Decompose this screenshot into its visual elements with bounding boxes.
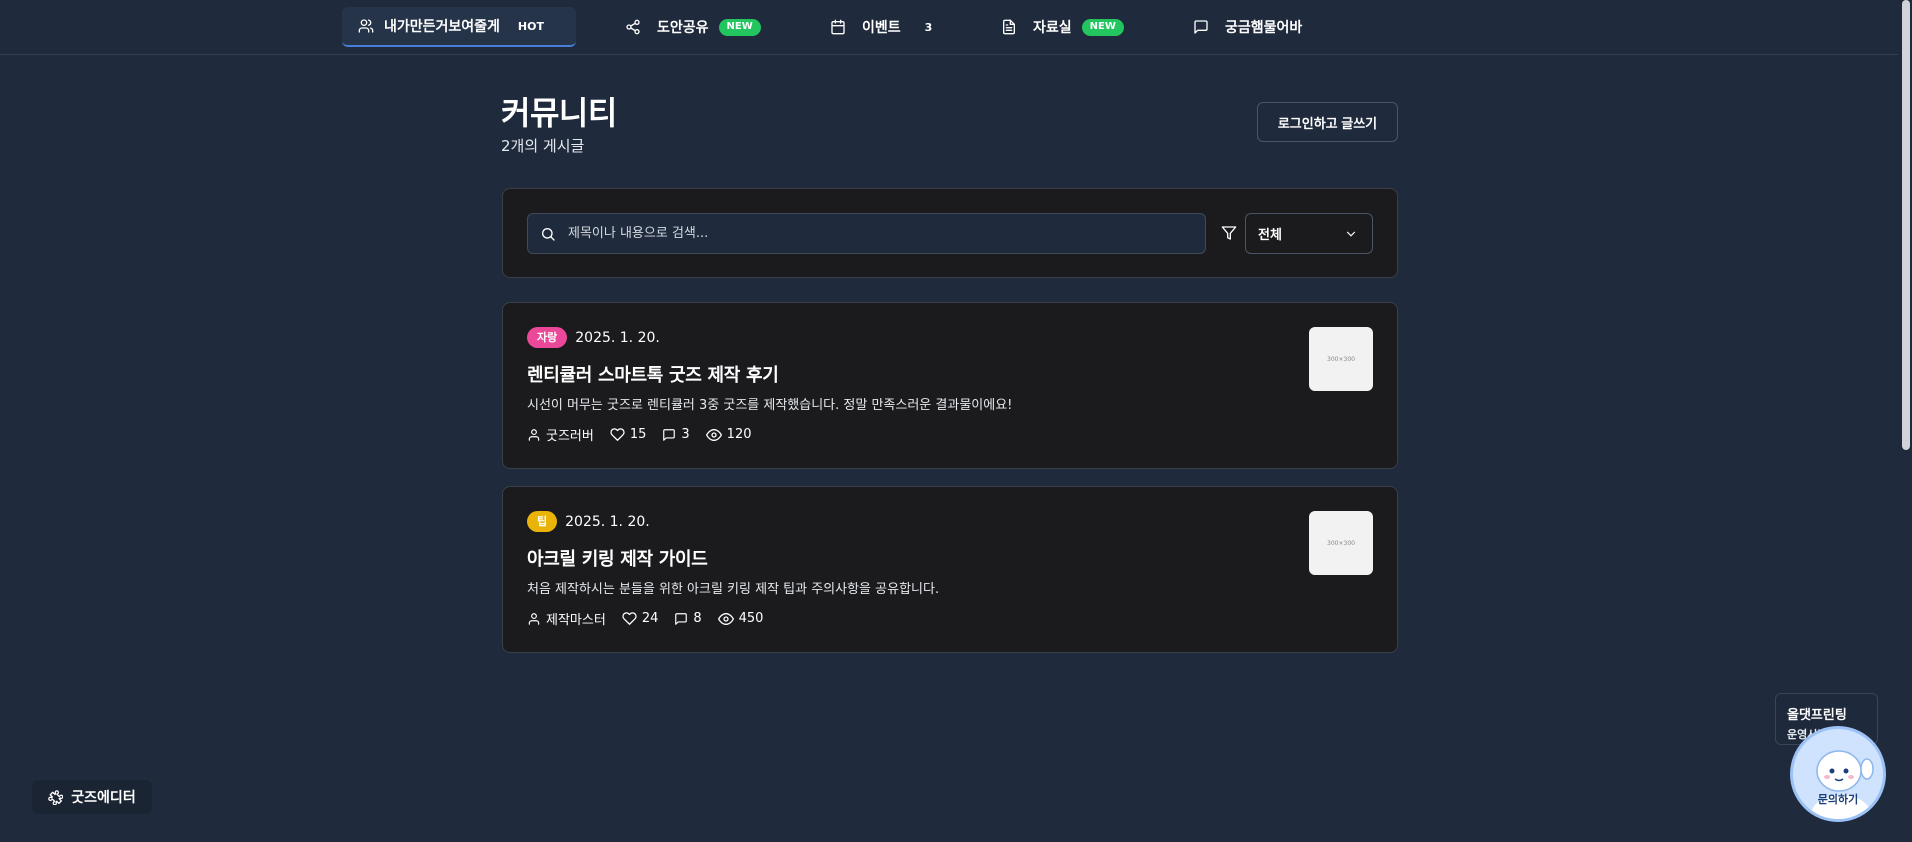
views: 120 (705, 427, 752, 443)
event-count: 3 (924, 20, 933, 34)
author-name: 제작마스터 (546, 613, 606, 628)
company-name: 올댓프린팅 (1787, 708, 1847, 723)
inquiry-button[interactable]: 문의하기 (1790, 726, 1886, 822)
like-count: 24 (641, 611, 659, 626)
chevron-down-icon (1346, 231, 1356, 237)
views: 450 (717, 611, 764, 627)
category-tag: 팁 (527, 511, 558, 532)
login-write-button[interactable]: 로그인하고 글쓰기 (1257, 102, 1398, 142)
heart-icon (610, 428, 625, 441)
heart-icon (622, 612, 637, 625)
post-thumbnail: 300×300 (1309, 511, 1373, 575)
view-count: 450 (738, 611, 764, 626)
nav-item-label: 궁금햄물어바 (1225, 20, 1303, 36)
category-select-value: 전체 (1258, 228, 1282, 243)
post-count: 2개의 게시글 (501, 137, 585, 155)
new-badge: NEW (1081, 18, 1124, 36)
like-count: 15 (629, 427, 647, 442)
file-icon (1003, 19, 1015, 35)
calendar-icon (831, 19, 845, 35)
post-date: 2025. 1. 20. (575, 329, 660, 346)
search-icon (542, 227, 555, 241)
nav-item-resources[interactable]: 자료실 NEW (1001, 7, 1124, 47)
search-field[interactable] (527, 213, 1206, 254)
new-badge: NEW (718, 18, 761, 36)
filter-icon (1221, 226, 1237, 240)
nav-item-showcase[interactable]: 내가만든거보여줄게 HOT (342, 7, 576, 47)
nav-item-label: 자료실 (1033, 20, 1072, 36)
puzzle-icon (48, 789, 64, 805)
nav-item-events[interactable]: 이벤트 3 (830, 7, 932, 47)
scrollbar-thumb[interactable] (1902, 0, 1910, 450)
goods-editor-label: 굿즈에디터 (71, 790, 136, 806)
author: 제작마스터 (527, 609, 606, 628)
user-icon (528, 612, 540, 625)
page-scrollbar[interactable] (1898, 0, 1912, 842)
post-excerpt: 시선이 머무는 굿즈로 렌티큘러 3중 굿즈를 제작했습니다. 정말 만족스러운… (527, 398, 1013, 413)
comments: 3 (662, 427, 690, 442)
author-name: 굿즈러버 (546, 429, 594, 444)
comment-icon (675, 612, 688, 625)
nav-item-label: 이벤트 (862, 20, 901, 36)
comments: 8 (674, 611, 702, 626)
author: 굿즈러버 (527, 425, 594, 444)
page-title: 커뮤니티 (501, 94, 617, 132)
eye-icon (717, 612, 734, 625)
goods-editor-button[interactable]: 굿즈에디터 (32, 780, 152, 814)
post-card[interactable]: 자랑 2025. 1. 20. 렌티큘러 스마트톡 굿즈 제작 후기 시선이 머… (502, 302, 1398, 469)
hot-badge: HOT (517, 19, 544, 33)
post-stats: 제작마스터 24 8 450 (527, 609, 763, 628)
user-icon (528, 428, 540, 441)
post-excerpt: 처음 제작하시는 분들을 위한 아크릴 키링 제작 팁과 주의사항을 공유합니다… (527, 582, 940, 597)
category-select[interactable]: 전체 (1245, 213, 1373, 254)
message-icon (1194, 20, 1208, 34)
eye-icon (705, 428, 722, 441)
comment-count: 8 (693, 611, 702, 626)
post-date: 2025. 1. 20. (565, 513, 650, 530)
nav-item-label: 도안공유 (657, 20, 709, 36)
post-meta: 팁 2025. 1. 20. (527, 511, 650, 532)
inquiry-label: 문의하기 (1817, 793, 1859, 806)
likes: 24 (622, 611, 659, 626)
mascot-icon (1811, 750, 1874, 819)
post-title[interactable]: 아크릴 키링 제작 가이드 (527, 545, 708, 571)
view-count: 120 (726, 427, 752, 442)
likes: 15 (610, 427, 647, 442)
post-card[interactable]: 팁 2025. 1. 20. 아크릴 키링 제작 가이드 처음 제작하시는 분들… (502, 486, 1398, 653)
comment-icon (663, 428, 676, 441)
share-icon (626, 19, 640, 35)
category-tag: 자랑 (527, 327, 568, 348)
nav-item-label: 내가만든거보여줄게 (384, 19, 500, 35)
nav-item-qna[interactable]: 궁금햄물어바 (1193, 7, 1302, 47)
search-input[interactable] (568, 226, 1168, 241)
post-stats: 굿즈러버 15 3 120 (527, 425, 752, 444)
post-title[interactable]: 렌티큘러 스마트톡 굿즈 제작 후기 (527, 361, 779, 387)
top-navigation: 내가만든거보여줄게 HOT 도안공유 NEW 이벤트 3 자료실 NEW 궁금햄… (0, 0, 1898, 55)
nav-item-pattern-share[interactable]: 도안공유 NEW (625, 7, 761, 47)
post-meta: 자랑 2025. 1. 20. (527, 327, 660, 348)
users-icon (358, 19, 374, 33)
search-panel: 전체 (502, 188, 1398, 278)
comment-count: 3 (681, 427, 690, 442)
post-thumbnail: 300×300 (1309, 327, 1373, 391)
